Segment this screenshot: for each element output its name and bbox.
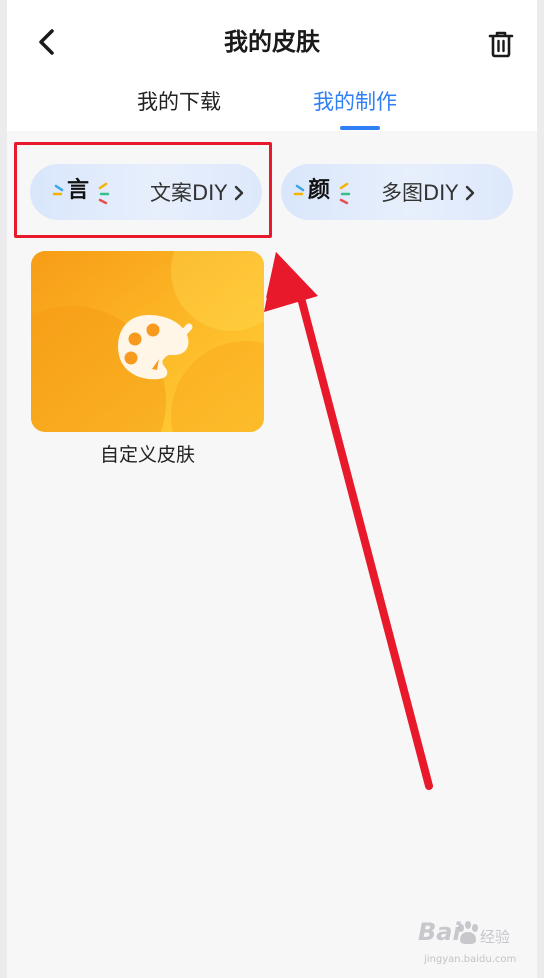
watermark-brand: Bai bbox=[418, 918, 461, 946]
baidu-jingyan-watermark: Bai 经验 jingyan.baidu.com bbox=[416, 916, 536, 976]
watermark-product: 经验 bbox=[480, 928, 511, 946]
paw-icon bbox=[458, 921, 478, 944]
annotation-arrow bbox=[264, 252, 433, 790]
watermark-url: jingyan.baidu.com bbox=[424, 954, 517, 965]
